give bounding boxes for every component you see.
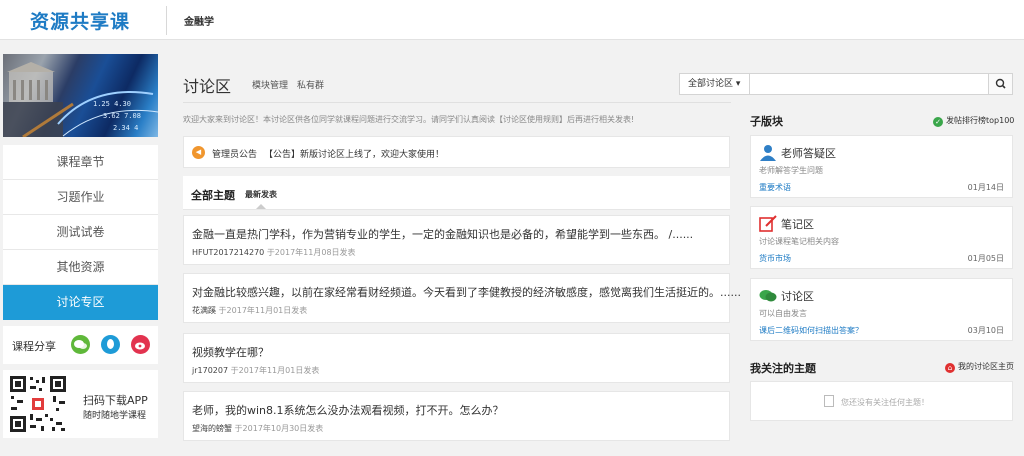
board-date: 01月05日	[967, 254, 1004, 263]
board-latest-post[interactable]: 重要术语	[759, 182, 791, 193]
post-ranking-link[interactable]: ✓ 发帖排行榜top100	[933, 115, 1014, 127]
tab-indicator	[256, 204, 266, 209]
board-desc: 老师解答学生问题	[759, 166, 823, 175]
topic-time: 于2017年11月01日发表	[218, 306, 308, 315]
followed-topics-empty: 您还没有关注任何主题！	[750, 381, 1013, 421]
topic-author[interactable]: HFUT2017214270	[192, 248, 264, 257]
topic-time: 于2017年11月08日发表	[266, 248, 356, 257]
board-latest-post[interactable]: 课后二维码如何扫描出答案？	[759, 325, 863, 336]
topic-title[interactable]: 老师，我的win8.1系统怎么没办法观看视频，打不开。怎么办？	[192, 402, 504, 418]
home-icon: ⌂	[945, 363, 955, 373]
topic-time: 于2017年10月30日发表	[234, 424, 324, 433]
board-card-discussion[interactable]: 讨论区 可以自由发言 课后二维码如何扫描出答案？ 03月10日	[750, 278, 1013, 341]
banner-graphic: 1.25 4.30 3.62 7.08 2.34 4	[3, 62, 158, 137]
sidebar-item-tests[interactable]: 测试试卷	[3, 215, 158, 250]
board-name[interactable]: 笔记区	[781, 216, 814, 232]
followed-topics-heading: 我关注的主题	[750, 362, 816, 375]
search-bar: 全部讨论区 ▾	[679, 73, 1013, 95]
page-title: 讨论区	[183, 77, 232, 96]
tab-all-topics[interactable]: 全部主题	[191, 187, 235, 203]
sidebar-item-discussion[interactable]: 讨论专区	[3, 285, 158, 320]
course-nav: 课程章节 习题作业 测试试卷 其他资源 讨论专区	[3, 145, 158, 320]
search-input[interactable]	[751, 74, 989, 94]
search-icon	[995, 78, 1006, 89]
wechat-icon[interactable]	[71, 335, 90, 354]
main-divider	[183, 102, 731, 103]
svg-text:2.34 4: 2.34 4	[113, 124, 138, 132]
announcement-bar[interactable]: ◀ 管理员公告 【公告】新版讨论区上线了，欢迎大家使用！	[183, 136, 730, 168]
qr-title: 扫码下载APP	[83, 394, 148, 407]
search-button[interactable]	[988, 74, 1012, 94]
course-share: 课程分享	[3, 326, 158, 364]
topic-meta: jr170207 于2017年11月01日发表	[192, 365, 319, 376]
topic-title[interactable]: 视频教学在哪？	[192, 344, 269, 360]
board-latest-post[interactable]: 货币市场	[759, 253, 791, 264]
note-icon	[759, 215, 777, 232]
app-download[interactable]: 扫码下载APP 随时随地学课程	[3, 370, 158, 438]
tab-latest[interactable]: 最新发表	[245, 189, 277, 200]
welcome-text: 欢迎大家来到讨论区！本讨论区供各位同学就课程问题进行交流学习。请同学们认真阅读【…	[183, 115, 635, 124]
private-group-link[interactable]: 私有群	[297, 78, 324, 91]
topic-author[interactable]: 花满蹊	[192, 306, 216, 315]
teacher-icon	[760, 145, 776, 161]
topic-meta: HFUT2017214270 于2017年11月08日发表	[192, 247, 356, 258]
sidebar-item-homework[interactable]: 习题作业	[3, 180, 158, 215]
sidebar-item-chapters[interactable]: 课程章节	[3, 145, 158, 180]
board-name[interactable]: 老师答疑区	[781, 145, 836, 161]
topic-time: 于2017年11月01日发表	[230, 366, 320, 375]
course-banner-image: 1.25 4.30 3.62 7.08 2.34 4	[3, 54, 158, 137]
chat-icon	[759, 290, 777, 302]
my-forum-home-label: 我的讨论区主页	[958, 362, 1014, 371]
document-icon	[824, 395, 834, 407]
svg-text:1.25 4.30: 1.25 4.30	[93, 100, 131, 108]
topic-item[interactable]: 对金融比较感兴趣，以前在家经常看财经频道。今天看到了李健教授的经济敏感度，感觉离…	[183, 273, 741, 323]
site-logo[interactable]: 资源共享课	[30, 7, 130, 34]
board-date: 01月14日	[967, 183, 1004, 192]
sub-boards-heading: 子版块	[750, 115, 783, 128]
topic-title[interactable]: 对金融比较感兴趣，以前在家经常看财经频道。今天看到了李健教授的经济敏感度，感觉离…	[192, 284, 741, 300]
svg-text:3.62 7.08: 3.62 7.08	[103, 112, 141, 120]
topic-item[interactable]: 老师，我的win8.1系统怎么没办法观看视频，打不开。怎么办？ 望海的螃蟹 于2…	[183, 391, 730, 441]
top-bar: 资源共享课 金融学	[0, 0, 1024, 40]
qr-subtitle: 随时随地学课程	[83, 411, 147, 421]
board-name[interactable]: 讨论区	[781, 288, 814, 304]
course-name[interactable]: 金融学	[184, 13, 214, 28]
topic-tabs: 全部主题 最新发表	[183, 176, 730, 210]
qq-icon[interactable]	[101, 335, 120, 354]
board-manage-link[interactable]: 模块管理	[252, 78, 288, 91]
my-forum-home-link[interactable]: ⌂ 我的讨论区主页	[945, 361, 1014, 373]
ranking-icon: ✓	[933, 117, 943, 127]
topic-item[interactable]: 视频教学在哪？ jr170207 于2017年11月01日发表	[183, 333, 730, 383]
topic-meta: 花满蹊 于2017年11月01日发表	[192, 305, 307, 316]
topic-item[interactable]: 金融一直是热门学科，作为营销专业的学生，一定的金融知识也是必备的，希望能学到一些…	[183, 215, 730, 265]
announcement-icon: ◀	[192, 146, 205, 159]
board-desc: 讨论课程笔记相关内容	[759, 237, 839, 246]
topic-meta: 望海的螃蟹 于2017年10月30日发表	[192, 423, 323, 434]
forum-scope-select[interactable]: 全部讨论区 ▾	[680, 74, 750, 94]
topic-title[interactable]: 金融一直是热门学科，作为营销专业的学生，一定的金融知识也是必备的，希望能学到一些…	[192, 226, 693, 242]
board-card-notes[interactable]: 笔记区 讨论课程笔记相关内容 货币市场 01月05日	[750, 206, 1013, 269]
post-ranking-label: 发帖排行榜top100	[946, 116, 1015, 125]
announcement-tag: 管理员公告	[212, 150, 258, 160]
weibo-icon[interactable]	[131, 335, 150, 354]
topic-author[interactable]: 望海的螃蟹	[192, 424, 232, 433]
topic-author[interactable]: jr170207	[192, 366, 228, 375]
board-date: 03月10日	[967, 326, 1004, 335]
board-card-teacher[interactable]: 老师答疑区 老师解答学生问题 重要术语 01月14日	[750, 135, 1013, 198]
announcement-text[interactable]: 【公告】新版讨论区上线了，欢迎大家使用！	[264, 147, 444, 160]
empty-follow-text: 您还没有关注任何主题！	[841, 398, 929, 407]
header-divider	[166, 6, 167, 35]
qr-code-icon	[8, 374, 68, 434]
share-label: 课程分享	[12, 340, 56, 353]
sidebar-item-resources[interactable]: 其他资源	[3, 250, 158, 285]
board-desc: 可以自由发言	[759, 309, 807, 318]
